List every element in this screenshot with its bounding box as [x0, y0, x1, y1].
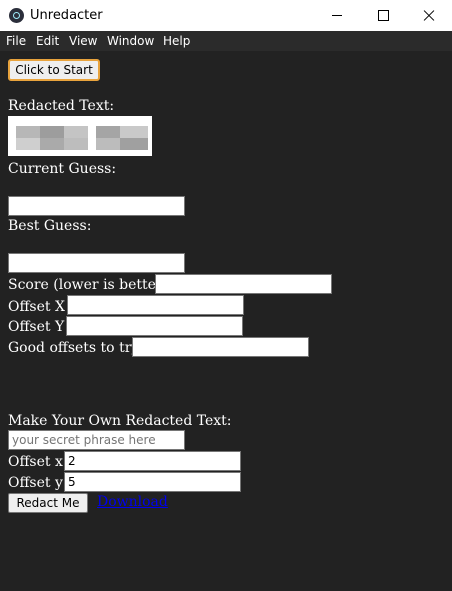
close-button[interactable] [406, 0, 452, 31]
menu-file[interactable]: File [6, 34, 26, 48]
score-label: Score (lower is better) [8, 277, 169, 293]
redacted-text-image [8, 116, 152, 156]
menu-window[interactable]: Window [107, 34, 154, 48]
main-content: Click to Start Redacted Text: Current Gu… [0, 51, 452, 591]
minimize-button[interactable] [314, 0, 360, 31]
menu-view[interactable]: View [69, 34, 97, 48]
menu-bar: File Edit View Window Help [0, 31, 452, 51]
redacted-text-label: Redacted Text: [8, 98, 115, 114]
make-own-label: Make Your Own Redacted Text: [8, 413, 232, 429]
window-title: Unredacter [30, 8, 103, 23]
start-button[interactable]: Click to Start [8, 59, 100, 81]
current-guess-field[interactable] [8, 196, 185, 216]
own-offset-y-field[interactable]: 5 [64, 472, 241, 492]
secret-phrase-input[interactable]: your secret phrase here [8, 430, 185, 450]
offset-x-label: Offset X [8, 299, 65, 315]
best-guess-label: Best Guess: [8, 218, 92, 234]
window-titlebar: Unredacter [0, 0, 452, 31]
maximize-button[interactable] [360, 0, 406, 31]
own-offset-y-label: Offset y [8, 475, 63, 491]
offset-y-field[interactable] [66, 316, 243, 336]
menu-help[interactable]: Help [163, 34, 190, 48]
redact-me-button[interactable]: Redact Me [8, 493, 88, 513]
good-offsets-label: Good offsets to try [8, 340, 140, 356]
electron-app-icon [9, 8, 24, 23]
offset-x-field[interactable] [67, 295, 244, 315]
own-offset-x-label: Offset x [8, 454, 63, 470]
best-guess-field[interactable] [8, 253, 185, 273]
own-offset-x-field[interactable]: 2 [64, 451, 241, 471]
current-guess-label: Current Guess: [8, 161, 117, 177]
download-link[interactable]: Download [97, 494, 168, 510]
offset-y-label: Offset Y [8, 319, 65, 335]
score-field[interactable] [155, 274, 332, 294]
menu-edit[interactable]: Edit [36, 34, 59, 48]
good-offsets-field[interactable] [132, 337, 309, 357]
